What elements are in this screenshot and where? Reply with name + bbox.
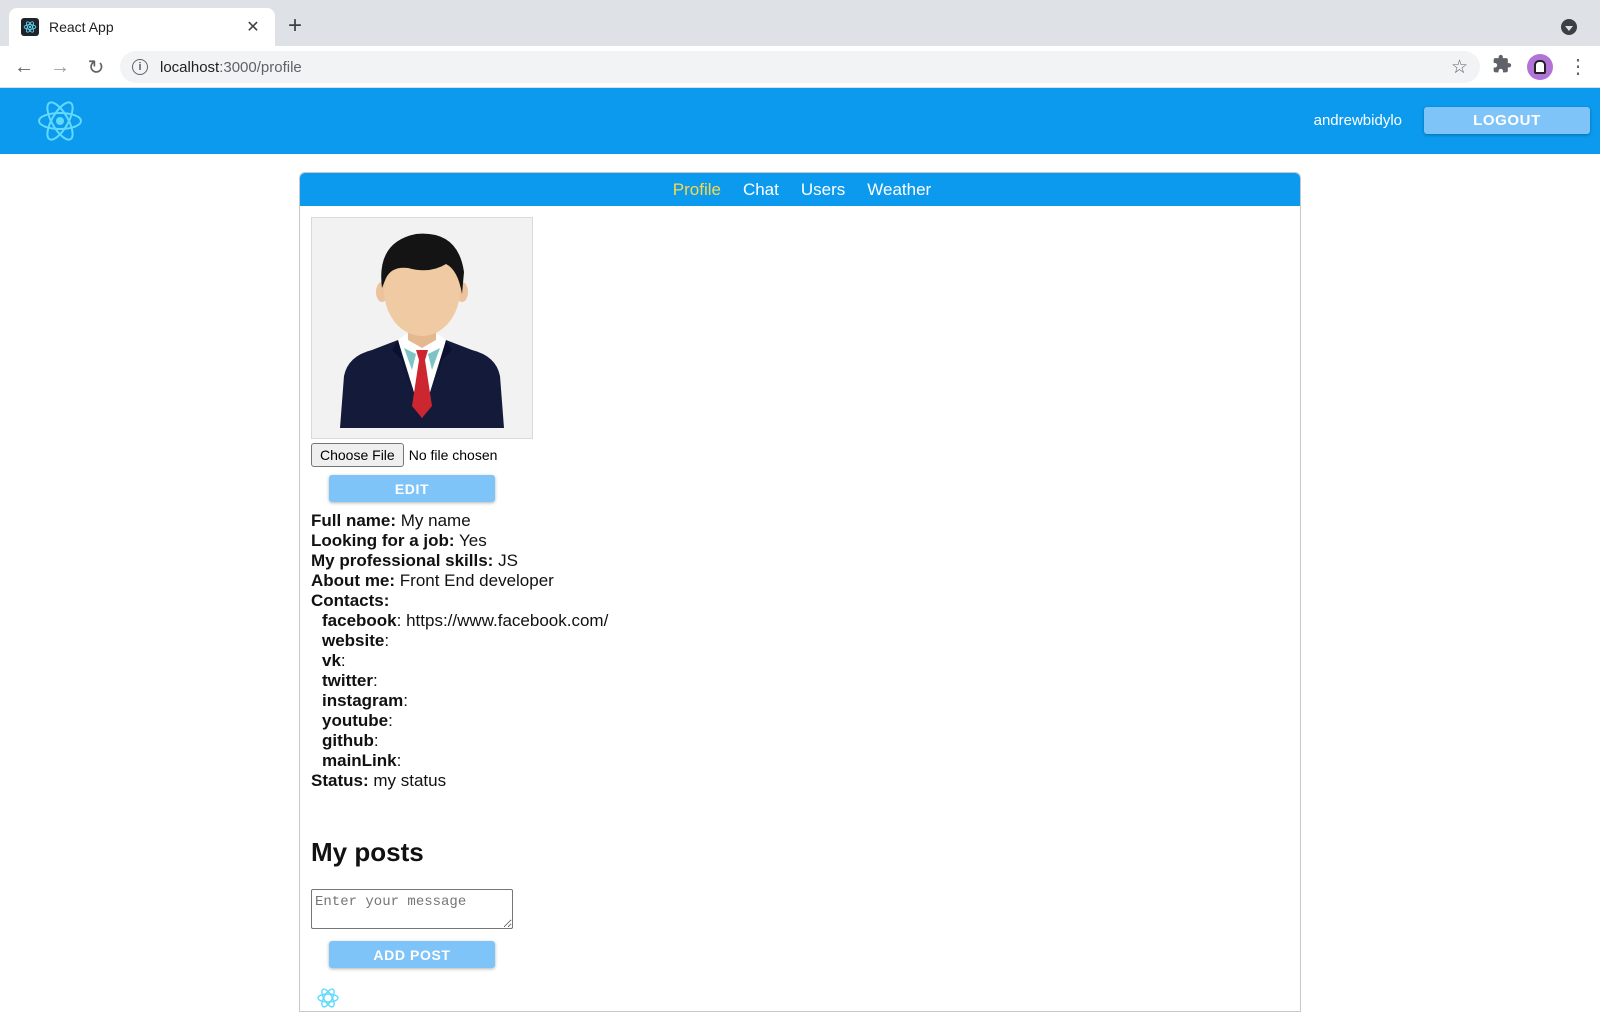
reload-icon[interactable]: ↻	[83, 54, 109, 80]
contact-item: instagram:	[322, 691, 408, 710]
contact-item: website:	[322, 631, 390, 650]
choose-file-button[interactable]: Choose File	[311, 443, 404, 467]
add-post-button[interactable]: ADD POST	[329, 941, 495, 968]
main-nav: Profile Chat Users Weather	[300, 173, 1300, 206]
job-value: Yes	[458, 531, 487, 550]
nav-item-profile[interactable]: Profile	[673, 180, 721, 200]
tab-title: React App	[49, 19, 114, 35]
status-row[interactable]: Status: my status	[311, 771, 608, 791]
posts-title: My posts	[311, 837, 424, 867]
full-name-label: Full name:	[311, 511, 397, 530]
post-message-input[interactable]	[311, 889, 513, 929]
file-upload-row: Choose File No file chosen	[311, 443, 497, 467]
browser-tab[interactable]: React App ✕	[9, 8, 275, 46]
about-value: Front End developer	[399, 571, 554, 590]
nav-item-chat[interactable]: Chat	[743, 180, 779, 200]
url-path: :3000/profile	[219, 58, 302, 76]
contact-value: https://www.facebook.com/	[406, 611, 609, 630]
contact-item: github:	[322, 731, 379, 750]
browser-tabstrip: React App ✕ +	[0, 0, 1600, 46]
app-header: andrewbidylo LOGOUT	[0, 88, 1600, 154]
forward-icon[interactable]: →	[47, 54, 73, 80]
logout-button[interactable]: LOGOUT	[1424, 107, 1590, 134]
full-name-value: My name	[400, 511, 471, 530]
skills-value: JS	[498, 551, 518, 570]
url-host: localhost	[160, 58, 220, 76]
react-favicon-icon	[21, 18, 39, 36]
browser-toolbar: ← → ↻ i localhost:3000/profile ☆ ⋮	[0, 46, 1600, 88]
job-row: Looking for a job: Yes	[311, 531, 608, 551]
no-file-text: No file chosen	[408, 447, 498, 463]
address-bar[interactable]: i localhost:3000/profile ☆	[120, 51, 1480, 83]
skills-row: My professional skills: JS	[311, 551, 608, 571]
job-label: Looking for a job:	[311, 531, 455, 550]
contact-item: facebook: https://www.facebook.com/	[322, 611, 609, 630]
about-label: About me:	[311, 571, 396, 590]
contact-item: youtube:	[322, 711, 393, 730]
bookmark-star-icon[interactable]: ☆	[1451, 56, 1468, 79]
nav-item-users[interactable]: Users	[801, 180, 845, 200]
browser-profile-avatar[interactable]	[1527, 54, 1553, 80]
nav-item-weather[interactable]: Weather	[867, 180, 931, 200]
site-info-icon[interactable]: i	[132, 59, 148, 75]
status-label: Status:	[311, 771, 369, 790]
contacts-heading: Contacts:	[311, 591, 390, 610]
status-value[interactable]: my status	[373, 771, 446, 790]
extensions-puzzle-icon[interactable]	[1492, 54, 1512, 79]
contact-item: twitter:	[322, 671, 378, 690]
skills-label: My professional skills:	[311, 551, 494, 570]
edit-profile-button[interactable]: EDIT	[329, 475, 495, 502]
profile-info: Full name: My name Looking for a job: Ye…	[311, 511, 608, 791]
tab-close-icon[interactable]: ✕	[243, 17, 263, 37]
tab-search-icon[interactable]	[1561, 19, 1577, 35]
browser-menu-icon[interactable]: ⋮	[1568, 54, 1588, 80]
profile-card: Profile Chat Users Weather Choose File N…	[299, 172, 1301, 1012]
profile-avatar-image	[311, 217, 533, 439]
full-name-row: Full name: My name	[311, 511, 608, 531]
contact-item: vk:	[322, 651, 346, 670]
username: andrewbidylo	[1313, 112, 1402, 129]
new-tab-button[interactable]: +	[288, 14, 302, 38]
back-icon[interactable]: ←	[11, 54, 37, 80]
contact-item: mainLink:	[322, 751, 402, 770]
about-row: About me: Front End developer	[311, 571, 608, 591]
react-logo-icon[interactable]	[36, 98, 84, 144]
react-logo-icon	[317, 988, 339, 1008]
